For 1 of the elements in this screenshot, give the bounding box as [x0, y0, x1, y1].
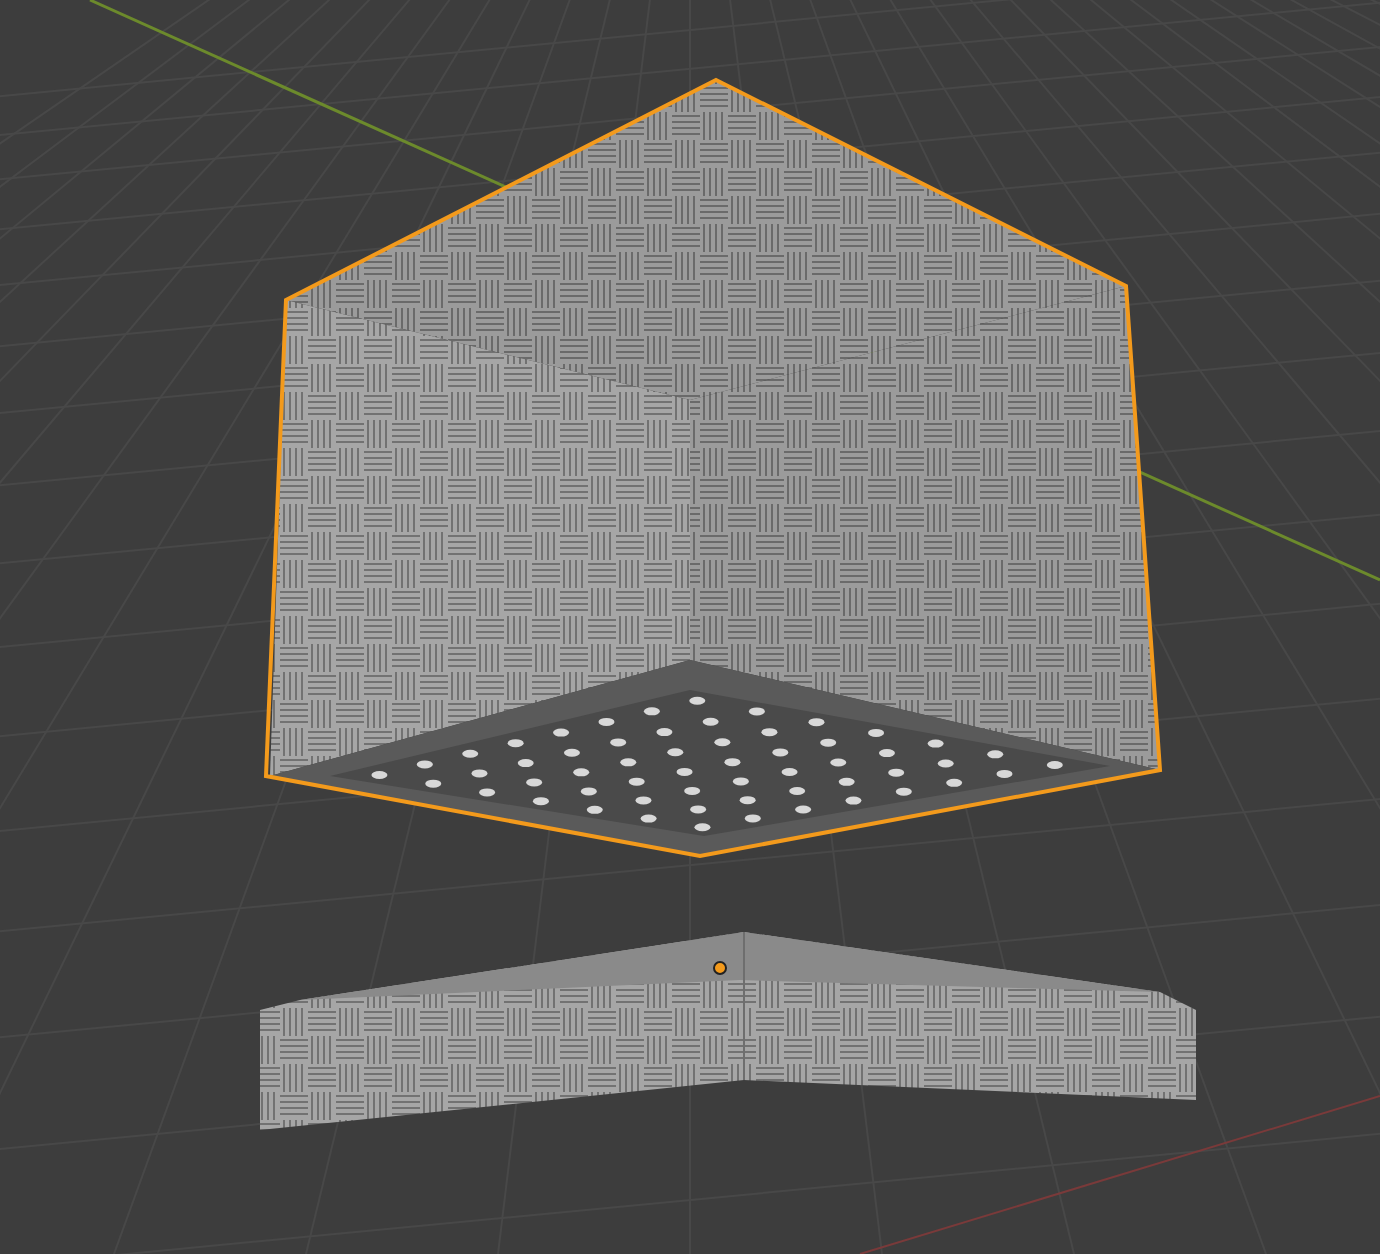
origin-marker — [713, 961, 727, 975]
